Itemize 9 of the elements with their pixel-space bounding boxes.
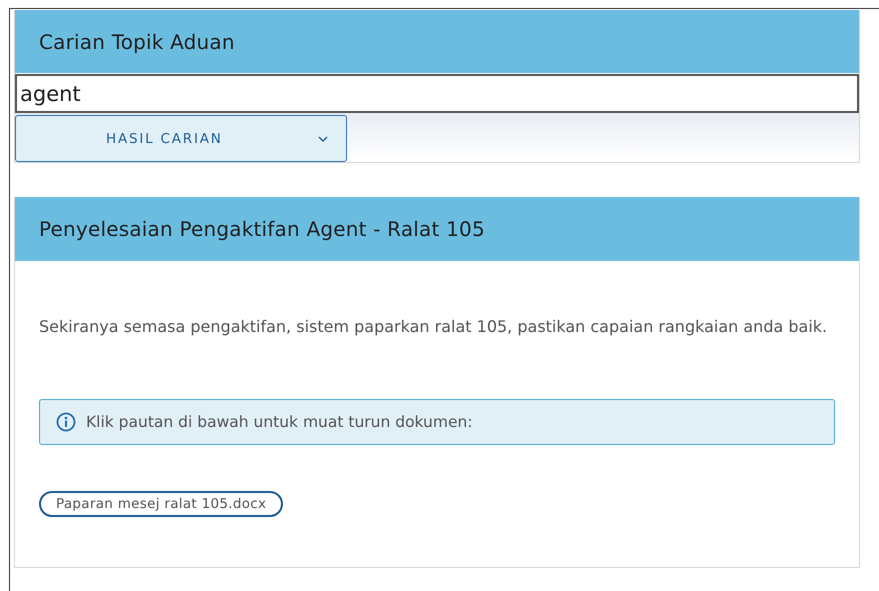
chevron-down-icon — [318, 136, 328, 142]
attachment-link[interactable]: Paparan mesej ralat 105.docx — [39, 491, 284, 517]
article-title: Penyelesaian Pengaktifan Agent - Ralat 105 — [15, 197, 859, 261]
article-text: Sekiranya semasa pengaktifan, sistem paparkan ralat 105, pastikan capaian rangkaian anda baik. — [39, 316, 828, 338]
info-icon — [56, 412, 76, 432]
info-text: Klik pautan di bawah untuk muat turun dokumen: — [86, 413, 473, 431]
results-dropdown-button[interactable]: HASIL CARIAN — [15, 115, 347, 162]
panel-title: Carian Topik Aduan — [15, 10, 859, 73]
search-field[interactable]: agent — [15, 74, 859, 113]
